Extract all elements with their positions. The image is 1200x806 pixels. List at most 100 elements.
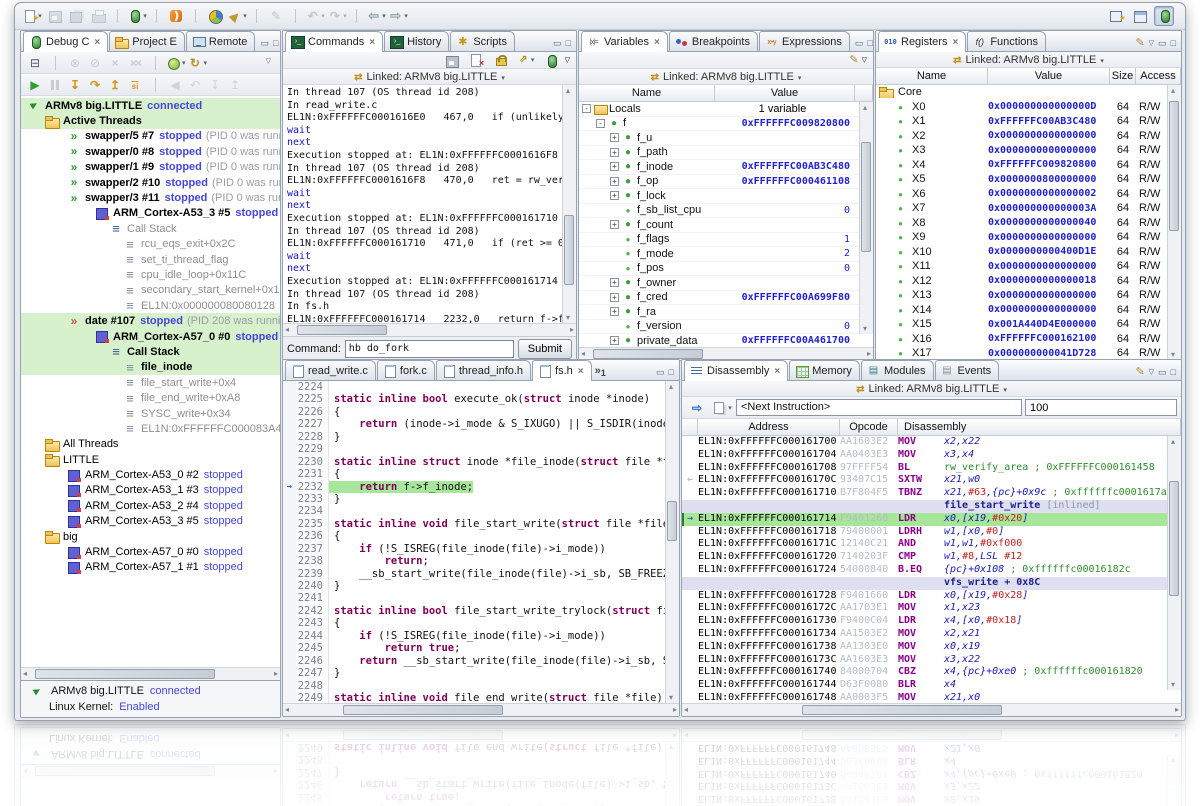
debug-tree-row[interactable]: set_ti_thread_flag <box>21 252 280 267</box>
tab[interactable]: Memory <box>789 360 860 380</box>
debug-tree-row[interactable]: swapper/0 #8 stopped (PID 0 was running) <box>21 144 280 159</box>
toolbar-button-icon[interactable] <box>110 6 125 26</box>
variable-row[interactable]: + f_lock spinlock_t <box>579 189 859 204</box>
debug-run-control-icon[interactable] <box>46 76 64 94</box>
debug-tree-row[interactable]: file_inode <box>21 360 280 375</box>
register-row[interactable]: X5 0x0000000800000000 64 R/W <box>876 172 1167 187</box>
debug-tree-row[interactable]: date #107 stopped (PID 208 was running) <box>21 313 280 328</box>
pin-icon[interactable] <box>1135 368 1144 377</box>
debug-toolbar-icon[interactable] <box>188 54 208 72</box>
variable-row[interactable]: + f_op 0xFFFFFFC000461108 const struct <box>579 175 859 190</box>
debug-tree-row[interactable]: swapper/5 #7 stopped (PID 0 was running) <box>21 129 280 144</box>
register-row[interactable]: X8 0x0000000000000040 64 R/W <box>876 216 1167 231</box>
disassembly-row[interactable]: EL1N:0xFFFFFFC000161738 AA1303E0 MOV x0,… <box>682 641 1167 654</box>
register-row[interactable]: Core <box>876 85 1167 100</box>
debug-tree-row[interactable]: cpu_idle_loop+0x11C <box>21 267 280 282</box>
maximize-icon[interactable] <box>273 39 278 48</box>
perspective-button-icon[interactable] <box>1130 6 1150 26</box>
minimize-icon[interactable] <box>1158 368 1167 377</box>
debug-tree-row[interactable]: SYSC_write+0x34 <box>21 406 280 421</box>
expander-icon[interactable]: + <box>610 336 619 345</box>
expander-icon[interactable]: - <box>582 104 591 113</box>
variable-row[interactable]: + f_count atomic_long_t <box>579 218 859 233</box>
debug-toolbar-icon[interactable] <box>26 54 44 72</box>
tab[interactable]: Project E <box>109 31 185 51</box>
toolbar-button-icon[interactable] <box>266 6 286 26</box>
variable-row[interactable]: + private_data 0xFFFFFFC00A461700 void * <box>579 334 859 347</box>
tab[interactable]: Variables <box>581 31 668 52</box>
disassembly-row[interactable]: file_start_write [inlined] <box>682 500 1167 513</box>
tab[interactable]: Debug C <box>23 31 108 52</box>
register-row[interactable]: X17 0x000000000041D728 64 R/W <box>876 346 1167 360</box>
console-vertical-scrollbar[interactable] <box>562 85 576 323</box>
debug-tree-row[interactable]: ARM_Cortex-A57_0 #0 stopped <box>21 544 280 559</box>
debug-run-control-icon[interactable] <box>166 76 184 94</box>
debug-toolbar-icon[interactable] <box>86 54 104 72</box>
debug-toolbar-icon[interactable] <box>126 54 144 72</box>
column-header-value[interactable]: Value <box>715 85 855 101</box>
disassembly-row[interactable]: vfs_write + 0x8C <box>682 577 1167 590</box>
debug-tree-row[interactable]: swapper/3 #11 stopped (PID 0 was running… <box>21 190 280 205</box>
register-row[interactable]: X6 0x0000000000000002 64 R/W <box>876 187 1167 202</box>
navigate-to-address-icon[interactable] <box>687 398 707 418</box>
disassembly-row[interactable]: EL1N:0xFFFFFFC000161748 AA0003F5 MOV x21… <box>682 692 1167 703</box>
minimize-icon[interactable] <box>1158 39 1167 48</box>
debug-tree-row[interactable]: Call Stack <box>21 344 280 359</box>
tab[interactable]: Functions <box>967 31 1046 51</box>
pin-icon[interactable] <box>849 56 858 65</box>
debug-run-control-icon[interactable] <box>226 76 244 94</box>
disassembly-row[interactable]: EL1N:0xFFFFFFC000161720 7140203F CMP w1,… <box>682 551 1167 564</box>
register-row[interactable]: X2 0x0000000000000000 64 R/W <box>876 129 1167 144</box>
column-header-size[interactable]: Size <box>1110 68 1136 84</box>
debug-tree-row[interactable]: ARM_Cortex-A57_0 #0 stopped <box>21 329 280 344</box>
variable-row[interactable]: f_pos 0 loff_t <box>579 262 859 277</box>
debug-tree-row[interactable]: swapper/2 #10 stopped (PID 0 was running… <box>21 175 280 190</box>
variables-vertical-scrollbar[interactable] <box>859 102 873 334</box>
variable-row[interactable]: f_mode 2 fmode_t <box>579 247 859 262</box>
minimize-icon[interactable] <box>553 39 562 48</box>
expander-icon[interactable]: + <box>610 307 619 316</box>
editor-tab[interactable]: read_write.c <box>285 360 376 380</box>
debug-run-control-icon[interactable] <box>206 76 224 94</box>
variable-row[interactable]: f_version 0 u64 <box>579 320 859 335</box>
debug-tree-row[interactable]: Call Stack <box>21 221 280 236</box>
disassembly-row[interactable]: EL1N:0xFFFFFFC000161704 AA0403E3 MOV x3,… <box>682 449 1167 462</box>
close-icon[interactable] <box>369 36 375 48</box>
toolbar-button-icon[interactable] <box>88 6 108 26</box>
variable-row[interactable]: + f_u union <box>579 131 859 146</box>
disassembly-row[interactable]: EL1N:0xFFFFFFC000161734 AA1503E2 MOV x2,… <box>682 628 1167 641</box>
editor-horizontal-scrollbar[interactable] <box>283 703 679 716</box>
disassembly-row[interactable]: EL1N:0xFFFFFFC00016173C AA1603E3 MOV x3,… <box>682 654 1167 667</box>
registers-linked-bar[interactable]: Linked: ARMv8 big.LITTLE <box>876 52 1181 68</box>
expander-icon[interactable]: + <box>610 148 619 157</box>
view-menu-icon[interactable] <box>1149 367 1154 377</box>
close-icon[interactable] <box>654 36 660 48</box>
view-menu-icon[interactable] <box>1149 38 1154 48</box>
tab[interactable]: Breakpoints <box>669 31 758 51</box>
debug-tree-row[interactable]: ARM_Cortex-A53_2 #4 stopped <box>21 498 280 513</box>
column-header-name[interactable]: Name <box>876 68 988 84</box>
register-row[interactable]: X9 0x0000000000000000 64 R/W <box>876 230 1167 245</box>
debug-tree-row[interactable]: file_start_write+0x4 <box>21 375 280 390</box>
tab[interactable]: Expressions <box>759 31 850 51</box>
disassembly-row[interactable]: EL1N:0xFFFFFFC00016170C 93407C15 SXTW x2… <box>682 474 1167 487</box>
editor-tab[interactable]: fork.c <box>377 360 435 380</box>
register-row[interactable]: X16 0xFFFFFFC000162100 64 R/W <box>876 332 1167 347</box>
disassembly-row[interactable]: EL1N:0xFFFFFFC000161744 D63F0080 BLR x4 <box>682 679 1167 692</box>
disassembly-horizontal-scrollbar[interactable] <box>682 703 1181 716</box>
debug-tree-row[interactable]: ARM_Cortex-A53_1 #3 stopped <box>21 483 280 498</box>
view-menu-icon[interactable] <box>862 55 867 65</box>
commands-linked-bar[interactable]: Linked: ARMv8 big.LITTLE <box>283 69 576 85</box>
expander-icon[interactable]: - <box>596 119 605 128</box>
editor-tab[interactable]: thread_info.h <box>436 360 531 380</box>
tab[interactable]: History <box>384 31 449 51</box>
console-toolbar-icon[interactable] <box>516 50 536 70</box>
copy-icon[interactable] <box>712 398 732 418</box>
column-header-access[interactable]: Access <box>1136 68 1181 84</box>
toolbar-button-icon[interactable] <box>366 6 386 26</box>
register-row[interactable]: X1 0xFFFFFFC00AB3C480 64 R/W <box>876 114 1167 129</box>
disassembly-row[interactable]: EL1N:0xFFFFFFC000161710 B7F804F5 TBNZ x2… <box>682 487 1167 500</box>
close-icon[interactable] <box>578 365 584 377</box>
perspective-button-icon[interactable] <box>1106 6 1126 26</box>
toolbar-button-icon[interactable] <box>327 6 347 26</box>
